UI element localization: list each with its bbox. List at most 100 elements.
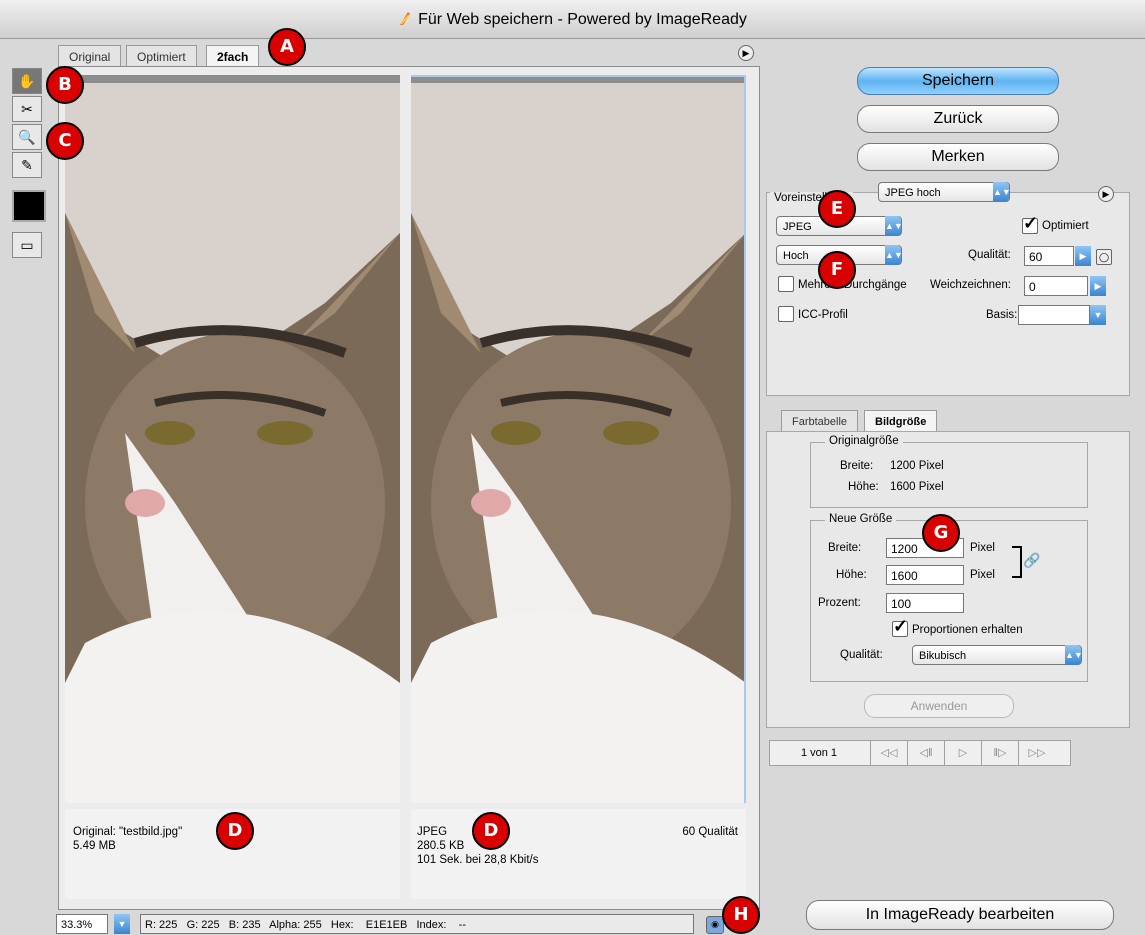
callout-e: E [818, 190, 856, 228]
percent-label: Prozent: [818, 597, 861, 609]
original-height-label: Höhe: [848, 481, 879, 493]
zoom-tool[interactable]: 🔍 [12, 124, 42, 150]
chevron-updown-icon: ▲▼ [1065, 645, 1083, 665]
callout-a: A [268, 28, 306, 66]
preview-browser-icon[interactable]: ◉ [706, 916, 724, 934]
zoom-level-field[interactable]: 33.3% [56, 914, 108, 934]
zoom-icon: 🔍 [18, 128, 36, 145]
previous-frame-button[interactable]: ◁‖ [907, 741, 944, 765]
cat-image-original [65, 83, 400, 803]
callout-c: C [46, 122, 84, 160]
constrain-proportions-checkbox[interactable] [892, 616, 908, 637]
preset-value: JPEG hoch [885, 187, 941, 199]
toggle-slices-button[interactable]: ▭ [12, 232, 42, 258]
optimized-file-size: 280.5 KB [417, 840, 465, 852]
optimized-info-box: JPEG 60 Qualität 280.5 KB 101 Sek. bei 2… [411, 809, 746, 899]
slice-select-icon: ✂ [21, 100, 33, 117]
callout-g: G [922, 514, 960, 552]
resample-quality-select[interactable]: Bikubisch ▲▼ [912, 645, 1083, 665]
eyedropper-color-swatch[interactable] [12, 190, 46, 222]
quality-slider-button[interactable]: ▶ [1075, 246, 1091, 266]
resample-quality-value: Bikubisch [919, 650, 967, 662]
blur-input[interactable]: 0 [1024, 276, 1088, 296]
tab-image-size[interactable]: Bildgröße [864, 410, 938, 433]
save-button[interactable]: Speichern [857, 67, 1059, 95]
window-title-wrap: Für Web speichern - Powered by ImageRead… [0, 10, 1145, 29]
hand-icon: ✋ [18, 72, 36, 89]
optimized-image-pane[interactable] [411, 75, 746, 803]
new-height-input[interactable]: 1600 [886, 565, 964, 585]
next-frame-button[interactable]: ‖▷ [981, 741, 1018, 765]
last-frame-button[interactable]: ▷▷ [1018, 741, 1055, 765]
eyedropper-tool[interactable]: ✎ [12, 152, 42, 178]
new-width-unit: Pixel [970, 542, 995, 554]
download-time: 101 Sek. bei 28,8 Kbit/s [417, 854, 539, 866]
chevron-updown-icon: ▲▼ [993, 182, 1011, 202]
link-icon: 🔗 [1023, 552, 1041, 568]
optimized-format: JPEG [417, 826, 448, 838]
optimized-quality: 60 Qualität [682, 826, 738, 838]
image-view-frame: Original: "testbild.jpg" 5.49 MB JPEG 60… [58, 66, 760, 910]
file-format-value: JPEG [783, 221, 812, 233]
zoom-dropdown-button[interactable]: ▼ [114, 914, 130, 934]
constrain-bracket [1012, 546, 1022, 578]
callout-f: F [818, 251, 856, 289]
original-size-group [810, 442, 1088, 508]
tab-color-table[interactable]: Farbtabelle [781, 410, 859, 432]
callout-d-right: D [472, 812, 510, 850]
edit-in-imageready-button[interactable]: In ImageReady bearbeiten [806, 900, 1114, 930]
matte-select[interactable] [1018, 305, 1090, 325]
eyedropper-icon: ✎ [21, 156, 33, 173]
new-size-legend: Neue Größe [825, 513, 897, 525]
pane-header-bar [411, 75, 746, 83]
imageready-feather-icon [400, 12, 411, 25]
callout-b: B [46, 66, 84, 104]
tab-2up[interactable]: 2fach [206, 45, 260, 68]
percent-input[interactable]: 100 [886, 593, 964, 613]
quality-input[interactable]: 60 [1024, 246, 1074, 266]
remember-button[interactable]: Merken [857, 143, 1059, 171]
matte-dropdown-button[interactable]: ▼ [1090, 305, 1106, 325]
optimized-checkbox[interactable] [1022, 213, 1038, 234]
original-image-pane[interactable] [65, 75, 400, 803]
new-width-label: Breite: [828, 542, 862, 554]
window-title: Für Web speichern - Powered by ImageRead… [418, 11, 747, 28]
tab-optimized[interactable]: Optimiert [126, 45, 197, 67]
apply-button[interactable]: Anwenden [864, 694, 1014, 718]
new-height-unit: Pixel [970, 569, 995, 581]
original-file-label: Original: "testbild.jpg" [73, 826, 183, 838]
blur-label: Weichzeichnen: [930, 279, 1011, 291]
quality-preset-value: Hoch [783, 250, 809, 262]
blur-slider-button[interactable]: ▶ [1090, 276, 1106, 296]
optimized-label: Optimiert [1042, 220, 1089, 232]
toolbox: ✋ ✂ 🔍 ✎ ▭ [10, 66, 46, 260]
original-height-value: 1600 Pixel [890, 481, 944, 493]
chevron-updown-icon: ▲▼ [885, 245, 903, 265]
cat-image-optimized [411, 83, 746, 803]
multipass-checkbox[interactable] [778, 276, 794, 292]
callout-h: H [722, 896, 760, 934]
tab-original[interactable]: Original [58, 45, 122, 67]
icc-profile-label: ICC-Profil [798, 309, 848, 321]
slice-visibility-icon: ▭ [20, 236, 34, 253]
quality-mask-icon[interactable]: ◯ [1096, 249, 1112, 265]
optimize-menu-icon[interactable]: ▶ [1098, 186, 1114, 202]
new-height-label: Höhe: [836, 569, 867, 581]
hand-tool[interactable]: ✋ [12, 68, 42, 94]
pane-header-bar [65, 75, 400, 83]
color-readout: R: 225 G: 225 B: 235 Alpha: 255 Hex: E1E… [140, 914, 694, 934]
matte-label: Basis: [986, 309, 1018, 321]
first-frame-button[interactable]: ◁◁ [870, 741, 907, 765]
icc-profile-checkbox[interactable] [778, 306, 794, 322]
resample-quality-label: Qualität: [840, 649, 883, 661]
title-bar: Für Web speichern - Powered by ImageRead… [0, 0, 1145, 39]
play-button[interactable]: ▷ [944, 741, 981, 765]
frame-counter: 1 von 1 [800, 747, 838, 759]
back-button[interactable]: Zurück [857, 105, 1059, 133]
slice-select-tool[interactable]: ✂ [12, 96, 42, 122]
constrain-proportions-label: Proportionen erhalten [912, 624, 1023, 636]
view-menu-icon[interactable]: ▶ [738, 45, 754, 61]
preset-select[interactable]: JPEG hoch ▲▼ [878, 182, 1011, 202]
original-width-value: 1200 Pixel [890, 460, 944, 472]
callout-d-left: D [216, 812, 254, 850]
